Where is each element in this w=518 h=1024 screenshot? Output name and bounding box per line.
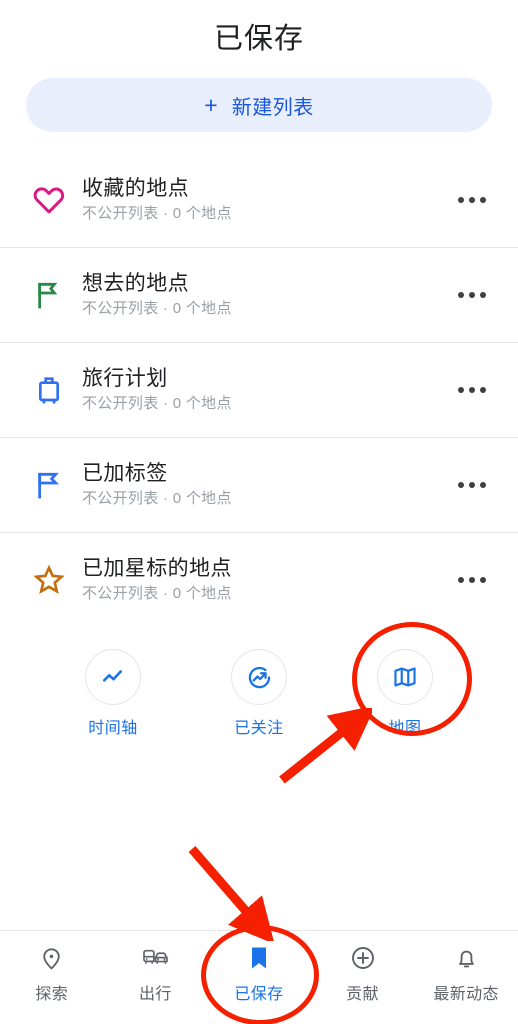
more-options-icon[interactable] — [444, 386, 500, 393]
bell-icon — [454, 944, 479, 972]
list-item[interactable]: 旅行计划 不公开列表 · 0 个地点 — [0, 342, 518, 437]
page-header: 已保存 — [0, 0, 518, 72]
nav-item-label: 已保存 — [234, 986, 284, 1003]
list-item[interactable]: 想去的地点 不公开列表 · 0 个地点 — [0, 247, 518, 342]
flag-icon — [16, 279, 82, 311]
saved-places-screen: 已保存 + 新建列表 收藏的地点 不公开列表 · 0 个地点 想去的地点 不公开… — [0, 0, 518, 1024]
list-item[interactable]: 已加标签 不公开列表 · 0 个地点 — [0, 437, 518, 532]
quick-action-label: 时间轴 — [88, 720, 138, 737]
transit-icon — [141, 944, 169, 972]
nav-item-saved[interactable]: 已保存 — [207, 944, 311, 1004]
timeline-chart-icon — [85, 649, 141, 705]
flag-icon — [16, 469, 82, 501]
location-pin-icon — [39, 944, 64, 972]
heart-icon — [16, 183, 82, 217]
list-item[interactable]: 已加星标的地点 不公开列表 · 0 个地点 — [0, 532, 518, 627]
more-options-icon[interactable] — [444, 196, 500, 203]
nav-item-label: 探索 — [35, 986, 69, 1003]
quick-action-map[interactable]: 地图 — [351, 649, 459, 738]
list-item-title: 已加标签 — [82, 462, 168, 485]
list-item-text: 收藏的地点 不公开列表 · 0 个地点 — [82, 178, 444, 221]
bookmark-icon — [247, 944, 271, 972]
quick-action-following[interactable]: 已关注 — [205, 649, 313, 738]
quick-actions: 时间轴 已关注 地图 — [0, 627, 518, 748]
list-item-subtitle: 不公开列表 · 0 个地点 — [82, 585, 232, 602]
more-options-icon[interactable] — [444, 481, 500, 488]
list-item-text: 已加星标的地点 不公开列表 · 0 个地点 — [82, 558, 444, 601]
nav-item-transit[interactable]: 出行 — [104, 944, 208, 1004]
page-title: 已保存 — [213, 23, 304, 55]
quick-action-label: 地图 — [388, 720, 422, 737]
list-item-subtitle: 不公开列表 · 0 个地点 — [82, 395, 232, 412]
list-item-text: 想去的地点 不公开列表 · 0 个地点 — [82, 273, 444, 316]
nav-item-explore[interactable]: 探索 — [0, 944, 104, 1004]
trending-up-circle-icon — [231, 649, 287, 705]
list-item-title: 收藏的地点 — [82, 177, 189, 200]
nav-item-label: 最新动态 — [433, 986, 499, 1003]
plus-circle-icon — [350, 944, 376, 972]
nav-item-label: 贡献 — [346, 986, 379, 1003]
new-list-button[interactable]: + 新建列表 — [26, 78, 492, 132]
list-item-title: 旅行计划 — [82, 367, 168, 390]
list-item-title: 想去的地点 — [82, 272, 189, 295]
list-item-subtitle: 不公开列表 · 0 个地点 — [82, 205, 232, 222]
more-options-icon[interactable] — [444, 576, 500, 583]
nav-item-updates[interactable]: 最新动态 — [414, 944, 518, 1004]
saved-lists: 收藏的地点 不公开列表 · 0 个地点 想去的地点 不公开列表 · 0 个地点 — [0, 152, 518, 627]
list-item-title: 已加星标的地点 — [82, 557, 232, 580]
map-icon — [377, 649, 433, 705]
nav-item-label: 出行 — [138, 986, 172, 1003]
bottom-navigation: 探索 出行 已保存 贡献 最新动态 — [0, 930, 518, 1024]
more-options-icon[interactable] — [444, 291, 500, 298]
quick-action-timeline[interactable]: 时间轴 — [59, 649, 167, 738]
star-icon — [16, 563, 82, 597]
list-item-text: 已加标签 不公开列表 · 0 个地点 — [82, 463, 444, 506]
suitcase-icon — [16, 374, 82, 406]
new-list-button-container: + 新建列表 — [0, 72, 518, 152]
list-item[interactable]: 收藏的地点 不公开列表 · 0 个地点 — [0, 152, 518, 247]
new-list-button-label: 新建列表 — [231, 96, 314, 119]
quick-action-label: 已关注 — [234, 720, 284, 737]
list-item-subtitle: 不公开列表 · 0 个地点 — [82, 490, 232, 507]
plus-icon: + — [204, 91, 218, 118]
list-item-text: 旅行计划 不公开列表 · 0 个地点 — [82, 368, 444, 411]
nav-item-contribute[interactable]: 贡献 — [311, 944, 415, 1004]
list-item-subtitle: 不公开列表 · 0 个地点 — [82, 300, 232, 317]
